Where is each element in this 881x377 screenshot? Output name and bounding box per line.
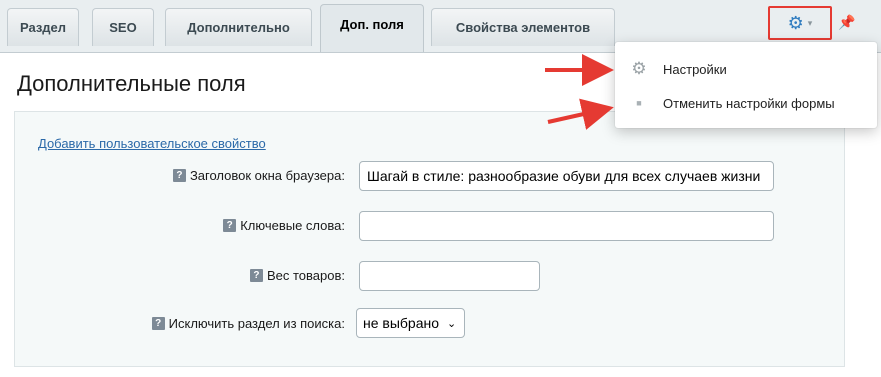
- keywords-input[interactable]: [359, 211, 774, 241]
- settings-button[interactable]: ⚙ ▾: [768, 6, 832, 40]
- help-icon[interactable]: ?: [249, 269, 263, 282]
- chevron-down-icon: ⌄: [447, 317, 457, 330]
- page-title: Дополнительные поля: [17, 71, 246, 96]
- help-icon[interactable]: ?: [151, 317, 165, 330]
- tab-element-properties[interactable]: Свойства элементов: [431, 8, 615, 46]
- help-icon[interactable]: ?: [172, 169, 186, 182]
- chevron-down-icon: ▾: [807, 17, 813, 28]
- field-label-text: Вес товаров:: [266, 268, 345, 283]
- field-label-keywords: ? Ключевые слова:: [223, 218, 345, 233]
- tab-additional[interactable]: Дополнительно: [165, 8, 312, 46]
- menu-item-reset-form-settings[interactable]: ■ Отменить настройки формы: [615, 86, 877, 120]
- settings-dropdown-menu: ⚙ Настройки ■ Отменить настройки формы: [615, 42, 877, 128]
- browser-title-input[interactable]: Шагай в стиле: разнообразие обуви для вс…: [359, 161, 774, 191]
- tab-section[interactable]: Раздел: [7, 8, 79, 46]
- add-custom-property-link[interactable]: Добавить пользовательское свойство: [38, 136, 266, 151]
- bullet-icon: ■: [636, 98, 642, 108]
- field-label-text: Заголовок окна браузера:: [189, 168, 345, 183]
- exclude-search-select[interactable]: не выбрано ⌄: [356, 308, 465, 338]
- field-label-browser-title: ? Заголовок окна браузера:: [172, 168, 345, 183]
- gear-icon: ⚙: [787, 13, 804, 33]
- field-label-text: Исключить раздел из поиска:: [168, 316, 345, 331]
- tab-seo[interactable]: SEO: [92, 8, 154, 46]
- menu-item-settings[interactable]: ⚙ Настройки: [615, 52, 877, 86]
- field-label-weight: ? Вес товаров:: [249, 268, 345, 283]
- field-label-exclude-search: ? Исключить раздел из поиска:: [151, 316, 345, 331]
- pin-icon[interactable]: 📌: [838, 14, 855, 31]
- weight-input[interactable]: [359, 261, 540, 291]
- select-value: не выбрано: [363, 315, 440, 331]
- fields-container: Добавить пользовательское свойство ? Заг…: [14, 111, 845, 367]
- tab-extra-fields[interactable]: Доп. поля: [320, 4, 424, 54]
- field-label-text: Ключевые слова:: [240, 218, 345, 233]
- menu-item-label: Отменить настройки формы: [663, 95, 835, 111]
- help-icon[interactable]: ?: [223, 219, 237, 232]
- gear-icon: ⚙: [631, 59, 647, 78]
- menu-item-label: Настройки: [663, 61, 727, 77]
